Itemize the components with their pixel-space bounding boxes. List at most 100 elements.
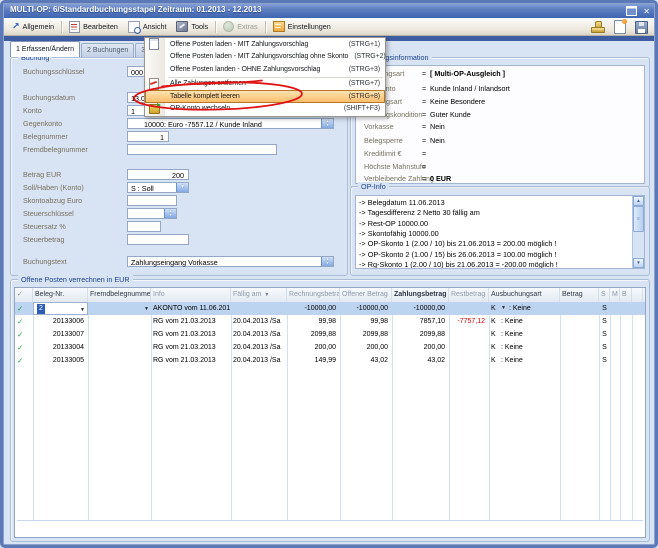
table-row[interactable]: ✓20133007RG vom 21.03.201320.04.2013 /Sa…: [15, 328, 645, 341]
menu-item-tabelle-komplett-leeren[interactable]: Tabelle komplett leeren(STRG+8): [145, 90, 385, 103]
combo-spin-button[interactable]: ▲▼: [164, 209, 176, 218]
buchungsinformation-box: Buchungsart=[ Multi-OP-Ausgleich ]OP-Kon…: [355, 65, 645, 184]
app-window: MULTI-OP: 6/Standardbuchungsstapel Zeitr…: [0, 0, 658, 548]
cell-check[interactable]: ✓: [15, 354, 33, 367]
field-betrag-eur[interactable]: 200: [127, 169, 189, 180]
close-icon[interactable]: ✕: [643, 7, 650, 16]
cell-s: S: [599, 315, 610, 328]
field-steuerbetrag[interactable]: [127, 234, 189, 245]
cell-betrag[interactable]: [560, 302, 599, 315]
field-belegnummer[interactable]: 1: [127, 131, 169, 142]
settings-icon: [273, 21, 285, 32]
menu-ansicht[interactable]: Ansicht: [123, 19, 172, 34]
scroll-down-icon[interactable]: ▼: [633, 258, 644, 268]
stamp-icon[interactable]: [591, 21, 605, 33]
cell-s[interactable]: S: [599, 302, 610, 315]
cell-rest: -7757,12: [449, 315, 489, 328]
title-bar[interactable]: MULTI-OP: 6/Standardbuchungsstapel Zeitr…: [3, 3, 655, 18]
cell-rechnung: 200,00: [287, 341, 340, 354]
menu-item-op-konto-wechseln[interactable]: OP-Konto wechseln(SHIFT+F3): [145, 103, 385, 116]
menu-einstellungen[interactable]: Einstellungen: [268, 19, 336, 34]
column-header-offen[interactable]: Offener Betrag: [340, 288, 392, 302]
cell-zahlung: 7857,10: [392, 315, 449, 328]
field-gegenkonto[interactable]: 10000: Euro -7557.12 / Kunde Inland▲▼: [127, 118, 334, 129]
op-info-line: -> Rg-Skonto 1 (2.00 / 10) bis 21.06.201…: [359, 260, 558, 269]
offene-posten-group-title: Offene Posten verrechnen in EUR: [18, 275, 133, 284]
tab-buchungen[interactable]: 2 Buchungen: [81, 43, 134, 57]
column-header-check[interactable]: ✓: [15, 288, 33, 302]
cell-offen: 99,98: [340, 315, 392, 328]
table-sum-separator: [17, 520, 643, 521]
cell-check[interactable]: ✓: [15, 341, 33, 354]
field-steuersatz[interactable]: [127, 221, 161, 232]
new-document-icon[interactable]: [614, 20, 626, 34]
cell-check[interactable]: ✓: [15, 302, 33, 315]
table-row[interactable]: ✓20133004RG vom 21.03.201320.04.2013 /Sa…: [15, 341, 645, 354]
column-header-ausbuchung[interactable]: Ausbuchungsart: [489, 288, 560, 302]
menu-bearbeiten[interactable]: Bearbeiten: [64, 19, 123, 34]
cell-check[interactable]: ✓: [15, 328, 33, 341]
column-header-rechnung[interactable]: Rechnungsbetrag: [287, 288, 340, 302]
column-header-zahlung[interactable]: Zahlungsbetrag: [392, 288, 449, 302]
save-icon[interactable]: [635, 21, 648, 34]
restore-icon[interactable]: [626, 6, 637, 16]
field-steuerschl-ssel[interactable]: ▲▼: [127, 208, 177, 219]
cell-rest[interactable]: [449, 302, 489, 315]
cell-check[interactable]: ✓: [15, 315, 33, 328]
menu-item-offene-posten-laden-mit-zahlungsvorschlag-ohne-skonto[interactable]: Offene Posten laden - MIT Zahlungsvorsch…: [145, 51, 385, 64]
cell-faellig[interactable]: [231, 302, 287, 315]
cell-rechnung: 149,99: [287, 354, 340, 367]
field-buchungstext[interactable]: Zahlungseingang Vorkasse▲▼: [127, 256, 334, 267]
info-label-vorkasse: Vorkasse: [364, 122, 394, 131]
cell-info[interactable]: AKONTO vom 11.06.201: [151, 302, 231, 315]
column-header-betrag[interactable]: Betrag: [560, 288, 599, 302]
column-header-b[interactable]: B: [620, 288, 632, 302]
menu-item-alle-zahlungen-entfernen[interactable]: Alle Zahlungen entfernen(STRG+7): [145, 78, 385, 91]
dropdown-button[interactable]: ▼: [176, 183, 188, 192]
field-label-steuerbetrag: Steuerbetrag: [23, 234, 125, 245]
cell-offen[interactable]: -10000,00: [340, 302, 392, 315]
tab-erfassen-aendern[interactable]: 1 Erfassen/Ändern: [10, 41, 80, 57]
column-header-faellig[interactable]: Fällig am▼: [231, 288, 287, 302]
menu-item-offene-posten-laden-mit-zahlungsvorschlag[interactable]: Offene Posten laden - MIT Zahlungsvorsch…: [145, 38, 385, 51]
table-row[interactable]: ✓20133006RG vom 21.03.201320.04.2013 /Sa…: [15, 315, 645, 328]
cell-zahlung[interactable]: -10000,00: [392, 302, 449, 315]
field-fremdbelegnummer[interactable]: [127, 144, 277, 155]
column-header-info[interactable]: Info: [151, 288, 231, 302]
column-header-label: Restbetrag: [451, 291, 485, 298]
cell-m[interactable]: [610, 302, 620, 315]
cell-ausbuchung[interactable]: K▼: Keine: [489, 302, 560, 315]
combo-spin-button[interactable]: ▲▼: [321, 119, 333, 128]
column-header-beleg[interactable]: Beleg-Nr.: [33, 288, 88, 302]
equals-sign: =: [422, 136, 426, 145]
table-row[interactable]: ✓20133005RG vom 21.03.201320.04.2013 /Sa…: [15, 354, 645, 367]
column-header-label: Fremdbelegnummer: [90, 291, 151, 298]
field-soll-haben-konto[interactable]: S : Soll▼: [127, 182, 189, 193]
cell-rechnung[interactable]: -10000,00: [287, 302, 340, 315]
menubar-separator: [215, 21, 216, 33]
column-header-label: Betrag: [562, 291, 583, 298]
column-header-rest[interactable]: Restbetrag: [449, 288, 489, 302]
combo-spin-button[interactable]: ▲▼: [321, 257, 333, 266]
column-header-s[interactable]: S: [599, 288, 610, 302]
down-arrow-icon: ▼: [169, 214, 173, 218]
toolbar-right-icons: [591, 20, 648, 34]
column-header-fremd[interactable]: Fremdbelegnummer: [88, 288, 151, 302]
cell-beleg[interactable]: 2▼: [33, 302, 88, 315]
menu-item-offene-posten-landen-ohne-zahlungsvorschlag[interactable]: Offene Posten landen - OHNE Zahlungsvors…: [145, 63, 385, 76]
field-value: 1: [128, 133, 167, 142]
cell-b[interactable]: [620, 302, 632, 315]
down-arrow-icon: ▼: [326, 124, 330, 128]
op-info-scrollbar[interactable]: ▲ ≡ ▼: [632, 196, 644, 268]
column-header-m[interactable]: M: [610, 288, 620, 302]
cell-fremd[interactable]: ▼: [88, 302, 151, 315]
scrollbar-thumb[interactable]: ≡: [633, 206, 644, 232]
table-row[interactable]: ✓2▼▼AKONTO vom 11.06.201-10000,00-10000,…: [15, 302, 645, 315]
info-label-h-chste-mahnstufe: Höchste Mahnstufe: [364, 162, 426, 171]
menu-allgemein[interactable]: ↗ Allgemein: [7, 19, 59, 34]
scroll-up-icon[interactable]: ▲: [633, 196, 644, 206]
field-skontoabzug-euro[interactable]: [127, 195, 177, 206]
cell-s: S: [599, 328, 610, 341]
menu-tools[interactable]: Tools: [171, 19, 213, 34]
cell-fremd: [88, 354, 151, 367]
